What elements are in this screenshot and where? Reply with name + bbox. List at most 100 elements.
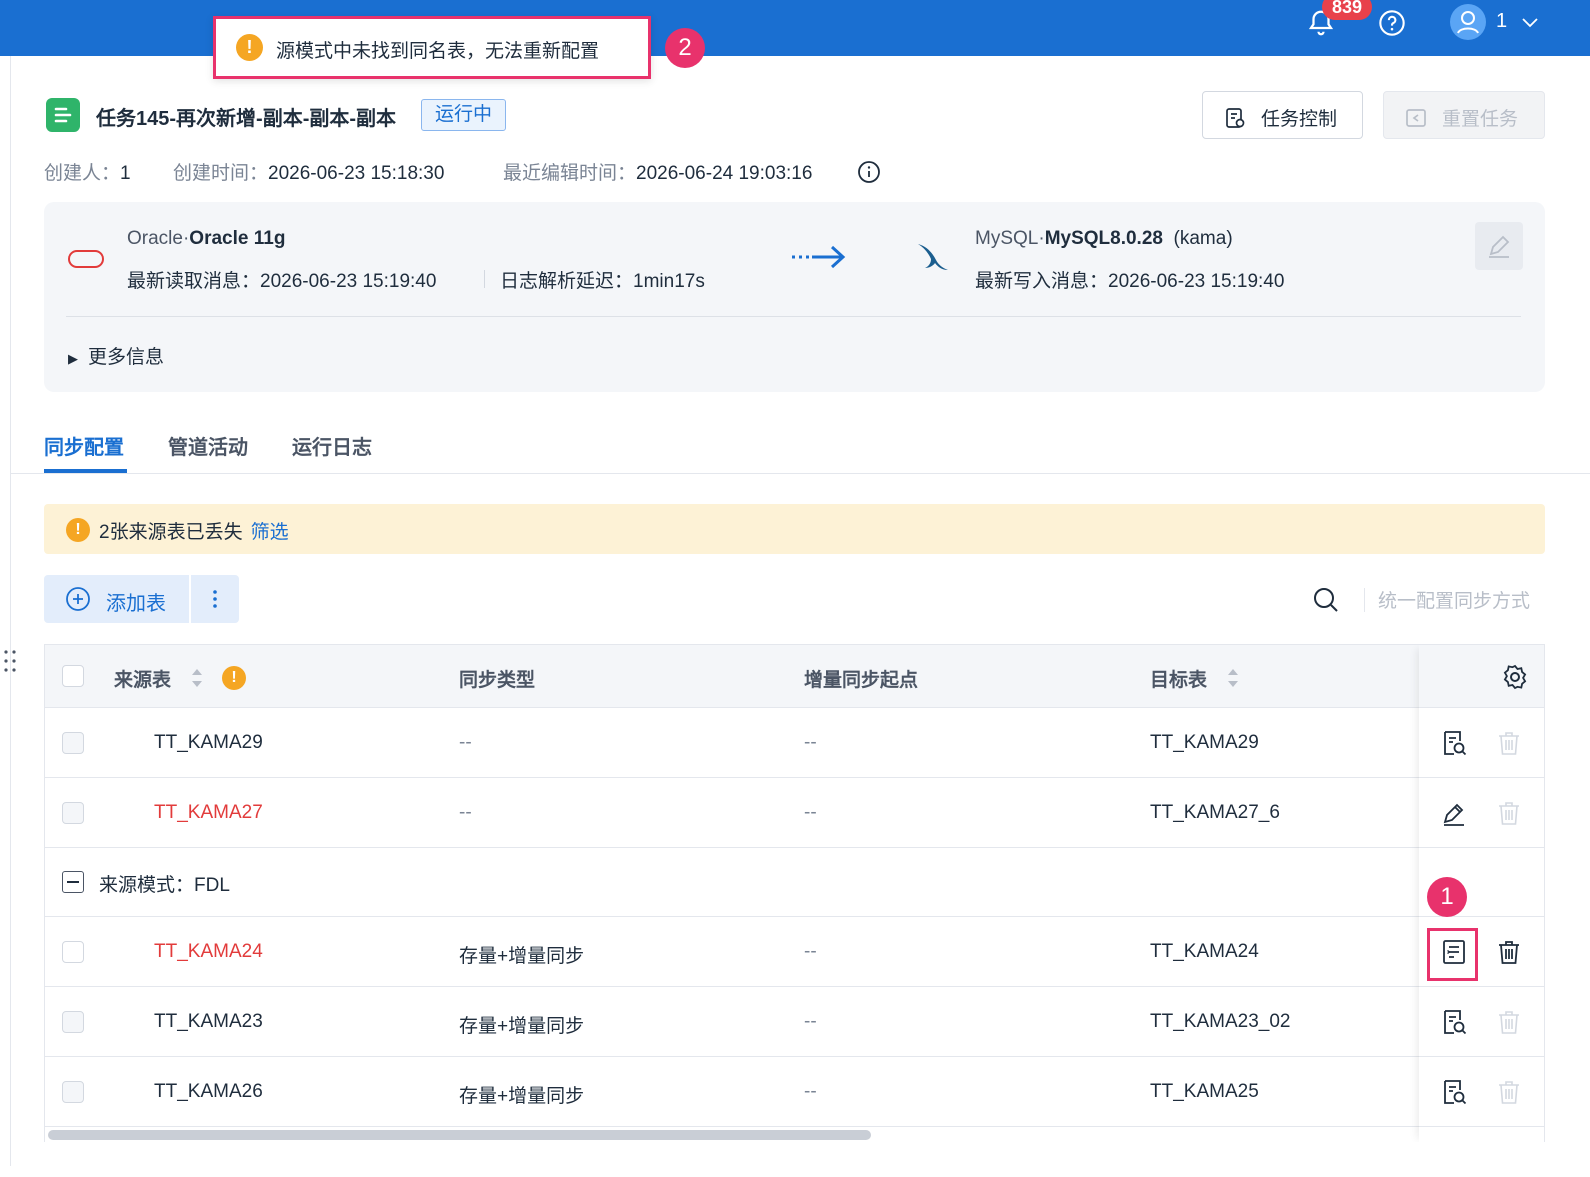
source-table-name: TT_KAMA24 [154, 941, 263, 962]
toast-message: 源模式中未找到同名表，无法重新配置 [276, 41, 600, 62]
sync-arrow-icon [792, 245, 846, 269]
start-point: -- [804, 732, 817, 753]
task-logo-icon [46, 98, 80, 132]
sync-type: 存量+增量同步 [459, 1016, 585, 1037]
add-table-label: 添加表 [106, 593, 166, 615]
alert-message: 2张来源表已丢失 [99, 522, 243, 543]
add-table-button[interactable]: 添加表 [44, 575, 189, 623]
edit-icon[interactable] [1439, 798, 1469, 828]
more-info-toggle[interactable]: ▶ 更多信息 [68, 342, 164, 369]
reset-task-button[interactable]: 重置任务 [1383, 91, 1545, 139]
notification-count-badge: 839 [1322, 0, 1373, 20]
group-row[interactable]: 来源模式：FDL [45, 848, 1544, 917]
preview-icon[interactable] [1439, 1077, 1469, 1107]
column-header-sync-type: 同步类型 [459, 670, 536, 691]
reset-task-label: 重置任务 [1442, 109, 1519, 130]
card-separator [484, 270, 485, 288]
table-row[interactable]: TT_KAMA26 存量+增量同步 -- TT_KAMA25 [45, 1057, 1544, 1127]
source-db-name: Oracle·Oracle 11g [127, 228, 286, 249]
caret-right-icon: ▶ [68, 351, 78, 366]
group-label: 来源模式：FDL [99, 875, 230, 896]
datasource-card: Oracle·Oracle 11g 最新读取消息：2026-06-23 15:1… [44, 202, 1545, 392]
column-header-target[interactable]: 目标表 [1150, 665, 1207, 692]
status-badge: 运行中 [421, 99, 507, 131]
table-row[interactable]: TT_KAMA23 存量+增量同步 -- TT_KAMA23_02 [45, 987, 1544, 1057]
user-avatar-icon[interactable] [1450, 4, 1486, 40]
error-toast: ! 源模式中未找到同名表，无法重新配置 [213, 16, 651, 79]
row-checkbox[interactable] [62, 802, 84, 824]
search-icon[interactable] [1312, 586, 1340, 614]
tab-run-log[interactable]: 运行日志 [292, 431, 372, 460]
sync-type: 存量+增量同步 [459, 946, 585, 967]
content-left-border [10, 56, 11, 1166]
start-point: -- [804, 1011, 817, 1032]
task-control-icon [1226, 107, 1245, 128]
start-point: -- [804, 941, 817, 962]
row-checkbox[interactable] [62, 1081, 84, 1103]
sync-type: -- [459, 732, 472, 753]
target-table-name: TT_KAMA25 [1150, 1081, 1259, 1102]
row-checkbox[interactable] [62, 732, 84, 754]
trash-icon[interactable] [1494, 937, 1524, 967]
table-row[interactable]: TT_KAMA27 -- -- TT_KAMA27_6 [45, 778, 1544, 848]
preview-icon[interactable] [1439, 1007, 1469, 1037]
column-header-source[interactable]: 来源表 [114, 665, 171, 692]
tab-pipeline-activity[interactable]: 管道活动 [168, 431, 248, 460]
sync-type: -- [459, 802, 472, 823]
preview-icon[interactable] [1439, 728, 1469, 758]
edit-datasource-button[interactable] [1475, 222, 1523, 270]
toolbar-separator [1364, 588, 1365, 612]
filter-link[interactable]: 筛选 [251, 522, 289, 543]
action-highlight-box [1427, 928, 1478, 981]
chevron-down-icon[interactable] [1520, 12, 1540, 32]
edited-time-info: 最近编辑时间：2026-06-24 19:03:16 [503, 163, 813, 184]
select-all-checkbox[interactable] [62, 665, 84, 687]
warning-icon: ! [66, 518, 90, 542]
source-table-name: TT_KAMA23 [154, 1011, 263, 1032]
horizontal-scrollbar[interactable] [48, 1130, 871, 1140]
info-icon[interactable] [857, 160, 881, 184]
task-control-button[interactable]: 任务控制 [1202, 91, 1363, 139]
column-settings-gear-icon[interactable] [1501, 663, 1529, 691]
drag-handle-icon[interactable] [2, 648, 18, 674]
row-checkbox[interactable] [62, 941, 84, 963]
reset-icon [1406, 108, 1426, 127]
table-row[interactable]: TT_KAMA24 存量+增量同步 -- TT_KAMA24 [45, 917, 1544, 987]
mysql-logo-icon [918, 244, 948, 270]
log-delay: 日志解析延迟：1min17s [500, 271, 705, 292]
pencil-icon [1489, 235, 1510, 258]
collapse-icon[interactable] [62, 871, 84, 893]
more-actions-button[interactable] [191, 575, 239, 623]
annotation-marker-2: 2 [665, 28, 705, 68]
sync-type: 存量+增量同步 [459, 1086, 585, 1107]
more-vertical-icon [213, 590, 217, 608]
user-name[interactable]: 1 [1496, 10, 1507, 33]
source-table-name: TT_KAMA26 [154, 1081, 263, 1102]
page-title: 任务145-再次新增-副本-副本-副本 [96, 108, 397, 130]
help-icon[interactable] [1378, 9, 1406, 37]
target-table-name: TT_KAMA23_02 [1150, 1011, 1291, 1032]
plus-circle-icon [66, 587, 90, 611]
trash-icon[interactable] [1494, 798, 1524, 828]
trash-icon[interactable] [1494, 1007, 1524, 1037]
sort-icon[interactable] [189, 665, 205, 691]
table-row[interactable]: TT_KAMA29 -- -- TT_KAMA29 [45, 708, 1544, 778]
trash-icon[interactable] [1494, 1077, 1524, 1107]
tabs-divider [10, 473, 1590, 474]
start-point: -- [804, 1081, 817, 1102]
lost-warning-icon[interactable]: ! [222, 666, 246, 690]
creator-info: 创建人：1 [44, 163, 131, 184]
row-checkbox[interactable] [62, 1011, 84, 1033]
source-table-name: TT_KAMA29 [154, 732, 263, 753]
trash-icon[interactable] [1494, 728, 1524, 758]
unify-sync-mode-button[interactable]: 统一配置同步方式 [1378, 586, 1530, 613]
oracle-logo-icon [68, 250, 104, 268]
target-table-name: TT_KAMA24 [1150, 941, 1259, 962]
table-header: 来源表 ! 同步类型 增量同步起点 目标表 [45, 645, 1544, 708]
target-db-name: MySQL·MySQL8.0.28 (kama) [975, 228, 1233, 249]
tab-sync-config[interactable]: 同步配置 [44, 431, 124, 460]
source-table-name: TT_KAMA27 [154, 802, 263, 823]
sort-icon[interactable] [1225, 665, 1241, 691]
more-info-label: 更多信息 [88, 347, 165, 368]
start-point: -- [804, 802, 817, 823]
